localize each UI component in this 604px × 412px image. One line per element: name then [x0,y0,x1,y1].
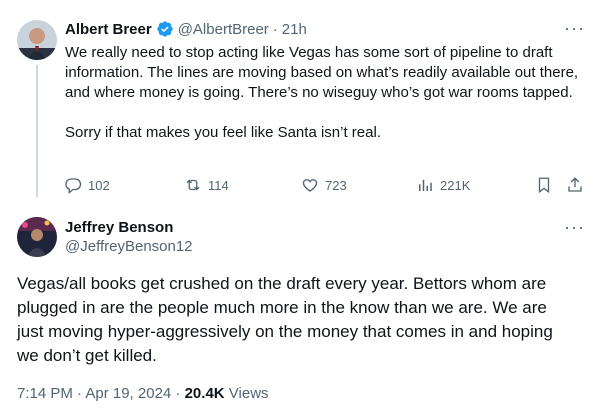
tweet1-paragraph-1: We really need to stop acting like Vegas… [65,44,579,101]
reply-count: 102 [88,177,110,193]
share-button[interactable] [566,176,584,199]
reply-icon [65,178,82,194]
tweet1-header: Albert Breer @AlbertBreer · 21h [65,20,307,38]
repost-button[interactable]: 114 [184,176,229,194]
author-handle[interactable]: @JeffreyBenson12 [65,238,193,255]
tweet1-text: We really need to stop acting like Vegas… [65,43,585,143]
post-time[interactable]: 21h [282,21,307,38]
tweet2-meta: 7:14 PM · Apr 19, 2024 · 20.4K Views [17,385,269,402]
separator: · [272,20,278,38]
like-count: 723 [325,177,347,193]
author-name[interactable]: Albert Breer [65,21,152,38]
heart-icon [302,179,318,192]
share-icon [568,177,582,192]
tweet2-author-block: Jeffrey Benson @JeffreyBenson12 [65,219,193,255]
verified-badge-icon [156,20,174,38]
more-options-icon[interactable]: ··· [564,18,585,39]
post-timestamp[interactable]: 7:14 PM · Apr 19, 2024 · [17,385,185,402]
views-chart-icon [419,179,432,191]
more-options-icon[interactable]: ··· [564,217,585,238]
thread-line [36,65,38,197]
bookmark-button[interactable] [535,176,553,199]
views-button[interactable]: 221K [416,176,470,194]
bookmark-icon [538,177,550,194]
tweet2-text: Vegas/all books get crushed on the draft… [17,274,553,365]
views-count: 221K [440,177,471,193]
jeffrey-benson-avatar[interactable] [17,217,57,257]
author-name[interactable]: Jeffrey Benson [65,219,193,236]
views-count: 20.4K [184,385,225,402]
repost-count: 114 [208,177,229,193]
albert-breer-avatar[interactable] [17,20,57,60]
author-handle[interactable]: @AlbertBreer [178,21,269,38]
repost-icon [186,179,200,191]
reply-button[interactable]: 102 [64,176,110,194]
tweet1-paragraph-2: Sorry if that makes you feel like Santa … [65,124,381,141]
views-label: Views [224,385,269,402]
like-button[interactable]: 723 [301,176,347,194]
